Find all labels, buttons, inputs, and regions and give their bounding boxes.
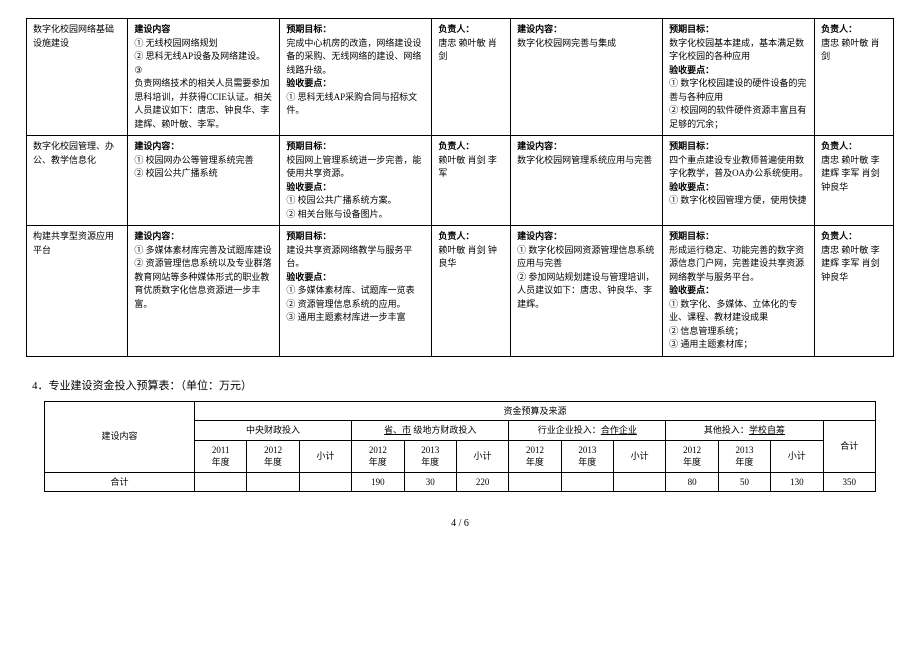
budget-year-header: 2011年度 <box>195 440 247 472</box>
table-cell: 预期目标：建设共享资源网络教学与服务平台。验收要点：① 多媒体素材库、试题库一览… <box>280 226 432 357</box>
budget-value-cell <box>561 472 613 492</box>
budget-value-cell <box>195 472 247 492</box>
table-cell: 预期目标：四个重点建设专业教师普遍使用数字化教学，普及OA办公系统使用。验收要点… <box>663 136 815 226</box>
budget-content-header: 建设内容 <box>45 401 195 472</box>
table-cell: 负责人：唐忠 赖叶敏 肖剑 <box>815 19 894 136</box>
budget-year-header: 小计 <box>771 440 823 472</box>
budget-year-header: 2012年度 <box>509 440 561 472</box>
budget-group-header: 中央财政投入 <box>195 421 352 441</box>
table-cell: 建设内容：数字化校园网完善与集成 <box>511 19 663 136</box>
table-cell: 建设内容：① 多媒体素材库完善及试题库建设② 资源管理信息系统以及专业群落教育网… <box>128 226 280 357</box>
budget-group-header: 行业企业投入：合作企业 <box>509 421 666 441</box>
budget-value-cell <box>509 472 561 492</box>
table-cell: 负责人：赖叶敏 肖剑 李军 <box>432 136 511 226</box>
main-project-table: 数字化校园网络基础设施建设建设内容① 无线校园网络规划② 思科无线AP设备及网络… <box>26 18 894 357</box>
budget-year-header: 小计 <box>456 440 508 472</box>
table-cell: 负责人：唐忠 赖叶敏 李建辉 李军 肖剑 钟良华 <box>815 226 894 357</box>
budget-value-cell: 220 <box>456 472 508 492</box>
budget-value-cell: 80 <box>666 472 718 492</box>
budget-value-cell <box>299 472 351 492</box>
table-cell: 建设内容：数字化校园网管理系统应用与完善 <box>511 136 663 226</box>
budget-top-header: 资金预算及来源 <box>195 401 876 421</box>
table-cell: 负责人：唐忠 赖叶敏 李建辉 李军 肖剑 钟良华 <box>815 136 894 226</box>
budget-year-header: 2013年度 <box>561 440 613 472</box>
budget-group-header: 其他投入：学校自筹 <box>666 421 823 441</box>
page-footer: 4 / 6 <box>26 518 894 529</box>
budget-year-header: 小计 <box>299 440 351 472</box>
table-cell: 预期目标：完成中心机房的改造，网络建设设备的采购、无线网络的建设、网络线路升级。… <box>280 19 432 136</box>
budget-year-header: 2012年度 <box>666 440 718 472</box>
table-cell: 预期目标：校园网上管理系统进一步完善，能使用共享资源。验收要点：① 校园公共广播… <box>280 136 432 226</box>
budget-value-cell: 130 <box>771 472 823 492</box>
table-cell: 预期目标：形成运行稳定、功能完善的数字资源信息门户网，完善建设共享资源网络教学与… <box>663 226 815 357</box>
budget-table: 建设内容 资金预算及来源 中央财政投入省、市 级地方财政投入行业企业投入：合作企… <box>44 401 876 493</box>
budget-section-heading: 4．专业建设资金投入预算表：（单位：万元） <box>32 377 894 393</box>
budget-group-header: 省、市 级地方财政投入 <box>352 421 509 441</box>
table-cell: 数字化校园管理、办公、教学信息化 <box>27 136 128 226</box>
table-cell: 数字化校园网络基础设施建设 <box>27 19 128 136</box>
table-cell: 负责人：唐忠 赖叶敏 肖剑 <box>432 19 511 136</box>
budget-value-cell <box>247 472 299 492</box>
budget-value-cell: 190 <box>352 472 404 492</box>
table-cell: 建设内容：① 数字化校园网资源管理信息系统应用与完善② 参加网站规划建设与管理培… <box>511 226 663 357</box>
table-cell: 构建共享型资源应用平台 <box>27 226 128 357</box>
budget-value-cell <box>614 472 666 492</box>
budget-value-cell: 30 <box>404 472 456 492</box>
budget-year-header: 小计 <box>614 440 666 472</box>
budget-row-label: 合计 <box>45 472 195 492</box>
budget-year-header: 2012年度 <box>247 440 299 472</box>
budget-year-header: 2013年度 <box>404 440 456 472</box>
table-cell: 建设内容① 无线校园网络规划② 思科无线AP设备及网络建设。③负责网络技术的相关… <box>128 19 280 136</box>
budget-year-header: 2012年度 <box>352 440 404 472</box>
budget-value-cell: 50 <box>718 472 770 492</box>
budget-grand-total-header: 合计 <box>823 421 876 473</box>
table-cell: 建设内容：① 校园网办公等管理系统完善② 校园公共广播系统 <box>128 136 280 226</box>
table-cell: 负责人：赖叶敏 肖剑 钟良华 <box>432 226 511 357</box>
budget-year-header: 2013年度 <box>718 440 770 472</box>
table-cell: 预期目标：数字化校园基本建成，基本满足数字化校园的各种应用验收要点：① 数字化校… <box>663 19 815 136</box>
budget-value-cell: 350 <box>823 472 876 492</box>
